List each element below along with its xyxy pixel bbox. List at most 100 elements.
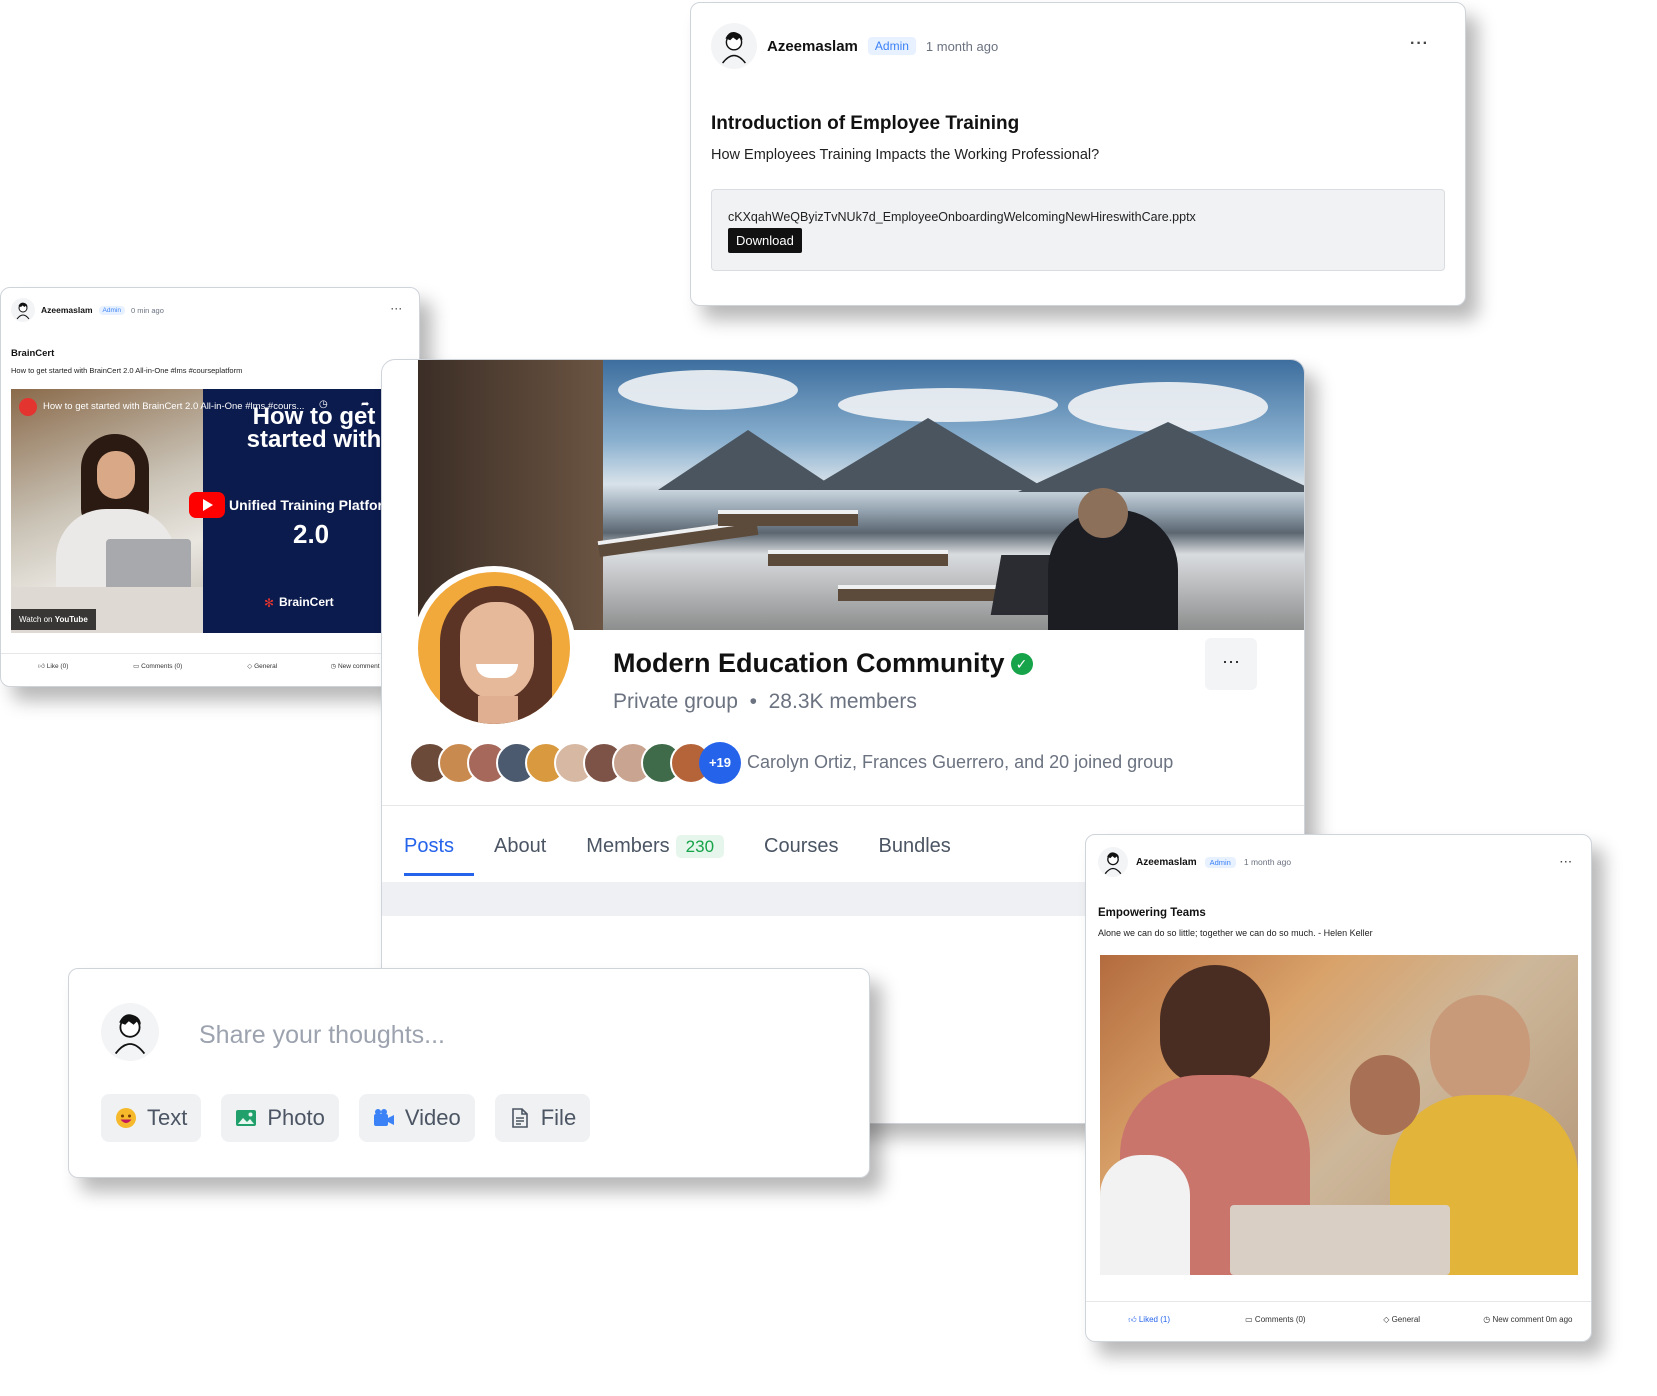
members-count-badge: 230 <box>675 835 725 858</box>
video-camera-icon <box>373 1109 394 1126</box>
post-time: 1 month ago <box>925 38 999 54</box>
video-thumbnail-photo <box>11 389 203 633</box>
cloud <box>618 370 798 410</box>
post-header: Azeemaslam Admin 0 min ago <box>11 298 164 322</box>
mountain <box>1018 422 1304 492</box>
video-brand: BrainCert <box>279 595 334 609</box>
tag-icon: ◇ <box>1383 1315 1392 1324</box>
author-avatar[interactable] <box>1098 847 1128 877</box>
new-comment-info: ◷ New comment 0m ago <box>1465 1315 1591 1325</box>
author-avatar[interactable] <box>11 298 35 322</box>
composer-avatar[interactable] <box>101 1003 159 1061</box>
composer-actions: Text Photo Video File <box>101 1094 591 1142</box>
post-subtitle: Alone we can do so little; together we c… <box>1098 928 1373 938</box>
thumbs-up-icon: 👍︎ <box>38 663 47 670</box>
photo-table <box>1230 1205 1450 1275</box>
photo-person-head <box>1430 995 1530 1105</box>
post-title: Introduction of Employee Training <box>711 113 1020 134</box>
video-post-label: Video <box>404 1105 461 1130</box>
composer-input[interactable]: Share your thoughts... <box>199 1021 445 1050</box>
category-tag[interactable]: ◇ General <box>1339 1315 1465 1325</box>
download-button[interactable]: Download <box>728 228 802 253</box>
tab-courses[interactable]: Courses <box>764 835 838 876</box>
group-meta: Private group • 28.3K members <box>613 690 917 714</box>
photo-person-body <box>1100 1155 1190 1275</box>
post-photo[interactable] <box>1100 955 1578 1275</box>
group-tabs: Posts About Members 230 Courses Bundles <box>404 835 951 876</box>
tab-members[interactable]: Members 230 <box>586 835 725 876</box>
category-tag[interactable]: ◇ General <box>210 662 315 670</box>
author-avatar[interactable] <box>711 23 757 69</box>
avatar-sketch-icon <box>722 31 746 64</box>
cloud <box>838 388 1058 422</box>
liked-label: Liked (1) <box>1138 1315 1170 1324</box>
comments-label: Comments (0) <box>1254 1315 1306 1324</box>
post-time: 0 min ago <box>130 305 164 315</box>
author-name[interactable]: Azeemaslam <box>41 305 93 315</box>
category-label: General <box>254 663 278 670</box>
video-tagline: Unified Training Platform <box>229 497 396 513</box>
comments-button[interactable]: ▭ Comments (0) <box>1212 1315 1338 1325</box>
emoji-icon <box>116 1108 136 1128</box>
tab-about[interactable]: About <box>494 835 546 876</box>
post-title: Empowering Teams <box>1098 907 1206 919</box>
bench <box>838 585 998 601</box>
post-title: BrainCert <box>11 348 55 359</box>
post-options-icon[interactable]: ··· <box>391 304 403 314</box>
tab-bundles[interactable]: Bundles <box>879 835 951 876</box>
avatar-sketch-icon <box>1104 852 1122 875</box>
training-post-card: Azeemaslam Admin 1 month ago ··· Introdu… <box>690 2 1466 306</box>
admin-badge: Admin <box>867 37 916 55</box>
meta-separator: • <box>743 690 763 713</box>
post-options-icon[interactable]: ··· <box>1410 35 1429 53</box>
comment-icon: ▭ <box>133 663 142 670</box>
tabs-divider <box>382 805 1304 806</box>
post-subtitle: How Employees Training Impacts the Worki… <box>711 147 1100 163</box>
more-members-badge[interactable]: +19 <box>699 742 741 784</box>
post-options-icon[interactable]: ··· <box>1560 857 1573 868</box>
avatar-neck <box>478 696 518 724</box>
file-post-button[interactable]: File <box>494 1094 591 1142</box>
admin-badge: Admin <box>1204 856 1236 868</box>
author-name[interactable]: Azeemaslam <box>1136 857 1197 868</box>
comments-button[interactable]: ▭ Comments (0) <box>106 662 211 670</box>
photo-person-head <box>1160 965 1270 1085</box>
liked-button[interactable]: 👍︎ Liked (1) <box>1086 1315 1212 1325</box>
post-header: Azeemaslam Admin 1 month ago <box>1098 847 1291 877</box>
group-options-button[interactable]: ··· <box>1205 638 1257 690</box>
group-avatar[interactable] <box>412 566 576 730</box>
cover-person-head <box>1078 488 1128 538</box>
group-privacy: Private group <box>613 690 738 713</box>
footer-divider <box>1086 1301 1591 1302</box>
embedded-video[interactable]: How to get started with BrainCert 2.0 Al… <box>11 389 409 633</box>
empower-post-card: Azeemaslam Admin 1 month ago ··· Empower… <box>1085 834 1592 1342</box>
video-post-button[interactable]: Video <box>358 1094 475 1142</box>
tab-posts[interactable]: Posts <box>404 835 475 876</box>
footer-divider <box>1 653 419 654</box>
group-name-row: Modern Education Community ✓ <box>613 648 1033 679</box>
mountain <box>808 418 1048 490</box>
video-version: 2.0 <box>293 519 330 549</box>
youtube-play-icon[interactable] <box>189 492 225 518</box>
braincert-logo-icon: ✻ <box>264 596 275 610</box>
admin-badge: Admin <box>98 305 125 315</box>
like-button[interactable]: 👍︎ Like (0) <box>1 662 106 670</box>
author-name[interactable]: Azeemaslam <box>767 38 858 55</box>
post-subtitle: How to get started with BrainCert 2.0 Al… <box>11 366 243 375</box>
watch-on-youtube-button[interactable]: Watch on YouTube <box>11 609 96 630</box>
avatar-sketch-icon <box>16 302 30 320</box>
channel-logo-icon[interactable] <box>19 398 37 416</box>
image-icon <box>236 1110 257 1126</box>
attachment-box: cKXqahWeQByizTvNUk7d_EmployeeOnboardingW… <box>711 189 1445 271</box>
group-member-count: 28.3K members <box>768 690 917 713</box>
category-label: General <box>1391 1315 1421 1324</box>
post-footer: 👍︎ Like (0) ▭ Comments (0) ◇ General ◷ N… <box>1 662 419 670</box>
tab-members-label: Members <box>586 835 670 857</box>
bench <box>768 550 948 566</box>
like-label: Like (0) <box>46 663 69 670</box>
video-headline: How to get started with <box>246 403 382 453</box>
photo-post-button[interactable]: Photo <box>221 1094 339 1142</box>
group-name: Modern Education Community <box>613 648 1005 678</box>
text-post-button[interactable]: Text <box>101 1094 202 1142</box>
braincert-post-card: Azeemaslam Admin 0 min ago ··· BrainCert… <box>0 287 420 687</box>
